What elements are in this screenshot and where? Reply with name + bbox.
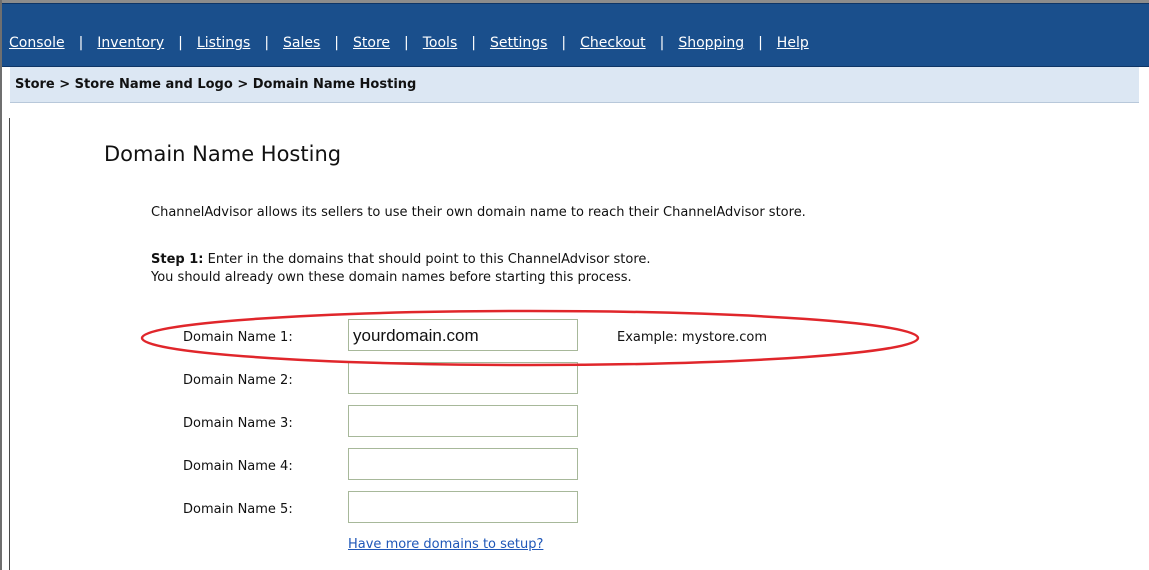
main-navigation-bar: Console | Inventory | Listings | Sales |…: [2, 3, 1149, 67]
nav-separator: |: [404, 35, 409, 51]
domain-name-3-label: Domain Name 3:: [183, 416, 293, 431]
example-hint: Example: mystore.com: [617, 330, 768, 345]
nav-separator: |: [78, 35, 84, 51]
domain-name-1-input[interactable]: [348, 319, 578, 351]
nav-item-settings[interactable]: Settings: [490, 35, 547, 51]
nav-separator: |: [334, 35, 340, 51]
nav-item-inventory[interactable]: Inventory: [97, 35, 164, 51]
nav-item-console[interactable]: Console: [9, 35, 65, 51]
domain-name-5-input[interactable]: [348, 491, 578, 523]
step1-label: Step 1:: [151, 252, 204, 267]
domain-name-3-input[interactable]: [348, 405, 578, 437]
domain-name-4-label: Domain Name 4:: [183, 459, 293, 474]
step1-instructions: Step 1: Enter in the domains that should…: [151, 252, 651, 267]
nav-separator: |: [264, 35, 270, 51]
breadcrumb: Store > Store Name and Logo > Domain Nam…: [15, 77, 417, 92]
domain-name-2-input[interactable]: [348, 362, 578, 394]
nav-item-shopping[interactable]: Shopping: [678, 35, 744, 51]
window-left-border: [0, 0, 2, 570]
nav-item-listings[interactable]: Listings: [197, 35, 250, 51]
nav-separator: |: [471, 35, 476, 51]
nav-separator: |: [659, 35, 665, 51]
nav-separator: |: [178, 35, 183, 51]
domain-name-2-label: Domain Name 2:: [183, 373, 293, 388]
domain-name-1-label: Domain Name 1:: [183, 330, 293, 345]
more-domains-link[interactable]: Have more domains to setup?: [348, 537, 543, 552]
nav-item-help[interactable]: Help: [777, 35, 809, 51]
breadcrumb-bar: Store > Store Name and Logo > Domain Nam…: [10, 67, 1139, 103]
step1-text: Enter in the domains that should point t…: [203, 252, 651, 267]
nav-separator: |: [758, 35, 763, 51]
content-left-border: [9, 118, 10, 570]
nav-item-store[interactable]: Store: [353, 35, 390, 51]
page-title: Domain Name Hosting: [104, 142, 342, 166]
nav-item-sales[interactable]: Sales: [283, 35, 320, 51]
nav-item-tools[interactable]: Tools: [423, 35, 458, 51]
domain-name-4-input[interactable]: [348, 448, 578, 480]
nav-separator: |: [561, 35, 567, 51]
domain-name-5-label: Domain Name 5:: [183, 502, 293, 517]
nav-item-checkout[interactable]: Checkout: [580, 35, 646, 51]
nav-menu: Console | Inventory | Listings | Sales |…: [9, 35, 809, 51]
step1-note: You should already own these domain name…: [151, 270, 632, 285]
intro-text: ChannelAdvisor allows its sellers to use…: [151, 205, 806, 220]
